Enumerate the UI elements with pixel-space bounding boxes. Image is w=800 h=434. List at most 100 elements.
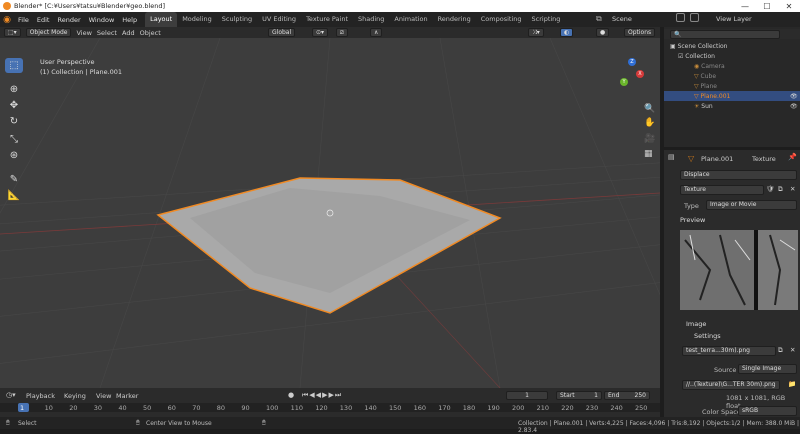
select-tool-icon[interactable]: ⬚ [5,58,23,73]
editor-type-button[interactable]: ⬚▾ [4,28,21,37]
pivot-icon[interactable]: ⊙▾ [312,28,329,37]
move-tool-icon[interactable]: ✥ [5,98,23,113]
tab-uv-editing[interactable]: UV Editing [257,12,301,27]
keying-menu[interactable]: Keying [64,392,86,400]
playback-controls[interactable]: ⏮◀◀▶▶⏭ [302,391,342,400]
shading-solid-icon[interactable]: ● [596,28,610,37]
select-menu[interactable]: Select [97,29,117,37]
pin-icon[interactable]: 📌 [788,153,797,161]
cursor-tool-icon[interactable]: ⊕ [5,82,23,97]
scale-tool-icon[interactable]: ⤡ [5,132,23,147]
maximize-button[interactable]: ☐ [756,0,778,12]
options-button[interactable]: Options [624,28,656,37]
gizmo-icon[interactable]: ⤨▾ [528,28,544,37]
outliner-search[interactable]: 🔍 [664,29,800,39]
outliner-row-collection[interactable]: ☑ Collection [664,51,800,61]
gizmo-z-axis[interactable]: Z [628,58,636,66]
outliner-row-cube[interactable]: ▽ Cube [664,71,800,81]
filepath-field[interactable]: //..(Texture)\G...TER 30m).png [682,380,780,390]
outliner-row-camera[interactable]: ◉ Camera [664,61,800,71]
orientation-value[interactable]: Global [268,28,296,37]
overlay-icon[interactable]: ◐ [560,28,574,37]
color-space-dropdown[interactable]: sRGB [738,406,797,416]
marker-menu[interactable]: Marker [116,392,138,400]
image-unlink-icon[interactable]: ✕ [790,346,795,354]
visibility-eye-icon[interactable]: 👁 [790,103,798,110]
source-dropdown[interactable]: Single Image [738,364,797,374]
scene-name[interactable]: Scene [612,15,632,23]
visibility-eye-icon[interactable]: 👁 [790,93,798,100]
pan-hand-icon[interactable]: ✋ [644,118,655,128]
image-duplicate-icon[interactable]: ⧉ [778,346,783,355]
minimize-button[interactable]: — [734,0,756,12]
view-layer-name[interactable]: View Layer [716,15,752,23]
menu-render[interactable]: Render [53,16,84,24]
tab-sculpting[interactable]: Sculpting [217,12,257,27]
tab-layout[interactable]: Layout [145,12,178,27]
tab-rendering[interactable]: Rendering [433,12,476,27]
texture-type-dropdown[interactable]: Image or Movie [706,200,797,210]
tab-scripting[interactable]: Scripting [527,12,566,27]
menu-edit[interactable]: Edit [33,16,54,24]
menu-window[interactable]: Window [85,16,119,24]
measure-tool-icon[interactable]: 📐 [5,188,23,203]
annotate-tool-icon[interactable]: ✎ [5,172,23,187]
texture-preview [680,230,798,310]
menu-file[interactable]: File [14,16,33,24]
close-button[interactable]: ✕ [778,0,800,12]
3d-viewport[interactable]: ⬚ ⊕ ✥ ↻ ⤡ ⊛ ✎ 📐 User Perspective (1) Col… [0,38,660,388]
scene-browse-icon[interactable] [676,13,685,22]
properties-editor: ▤ ▽ Plane.001 Texture 📌 Displace Texture… [664,150,800,417]
playback-menu[interactable]: Playback [26,392,55,400]
view-menu[interactable]: View [76,29,91,37]
gizmo-y-axis[interactable]: Y [620,78,628,86]
tab-texture-paint[interactable]: Texture Paint [301,12,353,27]
tab-compositing[interactable]: Compositing [476,12,527,27]
frame-tick-label: 110 [290,404,304,412]
preview-panel-header[interactable]: Preview [680,216,705,224]
view-layer-icon[interactable] [690,13,699,22]
settings-subpanel-header[interactable]: Settings [694,332,721,340]
gizmo-x-axis[interactable]: X [636,70,644,78]
object-mode-dropdown[interactable]: Object Mode [25,28,72,37]
duplicate-icon[interactable]: ⧉ [778,185,783,194]
unlink-icon[interactable]: ✕ [790,185,795,193]
transform-tool-icon[interactable]: ⊛ [5,148,23,163]
outliner-row-sun[interactable]: ☀ Sun 👁 [664,101,800,111]
properties-editor-icon[interactable]: ▤ [668,153,675,161]
add-menu[interactable]: Add [122,29,135,37]
menu-help[interactable]: Help [118,16,141,24]
object-menu[interactable]: Object [140,29,161,37]
outliner-row-plane-001[interactable]: ▽ Plane.001 👁 [664,91,800,101]
record-icon[interactable]: ● [288,391,294,399]
outliner-row-scene-collection[interactable]: ▣ Scene Collection [664,41,800,51]
texture-name-field[interactable]: Texture [680,185,764,195]
start-frame-field[interactable]: Start 1 [556,391,602,400]
checkbox-icon[interactable]: ☑ [678,53,685,60]
file-browse-icon[interactable]: 📁 [788,380,796,388]
tab-modeling[interactable]: Modeling [177,12,217,27]
grid-toggle-icon[interactable]: ▦ [644,149,653,159]
timeline-view-menu[interactable]: View [96,392,111,400]
current-frame-field[interactable]: 1 [506,391,548,400]
zoom-icon[interactable]: 🔍 [644,104,655,114]
proportional-icon[interactable]: ∧ [370,28,383,37]
image-panel-header[interactable]: Image [686,320,706,328]
image-datablock-field[interactable]: test_terra...30m).png [682,346,776,356]
frame-tick-label: 220 [561,404,574,412]
tab-animation[interactable]: Animation [389,12,432,27]
snap-icon[interactable]: ⧄ [336,28,348,37]
scene-icon[interactable]: ⧉ [596,14,602,24]
outliner-filter-input[interactable]: 🔍 [670,29,780,39]
fake-user-icon[interactable]: 🛡 [766,185,774,193]
blender-menu-icon[interactable]: ◉ [0,15,14,25]
timeline-editor-icon[interactable]: ◷▾ [6,391,16,399]
camera-view-icon[interactable]: 🎥 [644,134,655,144]
texture-user-dropdown[interactable]: Displace [680,170,797,180]
tab-shading[interactable]: Shading [353,12,389,27]
collection-icon: ▣ [670,42,678,50]
end-frame-field[interactable]: End 250 [604,391,650,400]
outliner-row-plane[interactable]: ▽ Plane [664,81,800,91]
rotate-tool-icon[interactable]: ↻ [5,114,23,129]
orientation-dropdown[interactable]: Global [268,28,296,37]
